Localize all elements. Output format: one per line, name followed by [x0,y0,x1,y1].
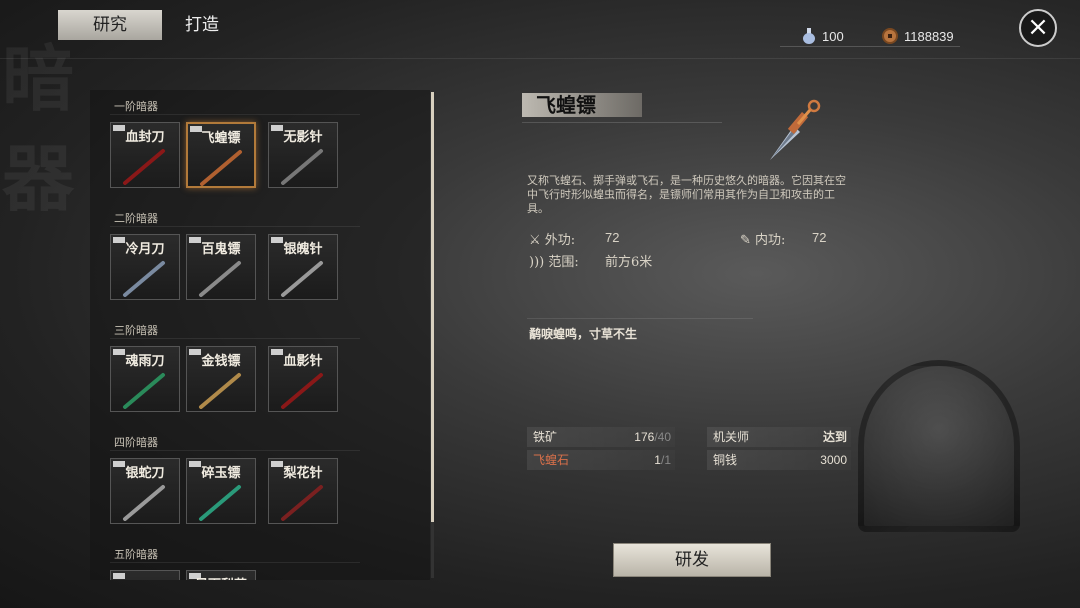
weapon-slot[interactable]: 梨花针 [268,458,338,524]
weapon-slot[interactable]: 飞蝗镖 [186,122,256,188]
weapon-icon [281,149,323,185]
weapon-name: 暴雨梨花 [187,574,255,580]
background-moon-window [858,360,1020,532]
weapon-slot[interactable]: 碎玉镖 [186,458,256,524]
potion-count: 100 [822,28,844,44]
tier-divider [110,338,360,339]
material-name: 飞蝗石 [533,453,570,467]
top-bar: 研究 打造 100 1188839 × [0,0,1080,59]
tier-divider [110,450,360,451]
outer-power-value: 72 [605,230,620,245]
weapon-name: 百鬼镖 [201,242,241,257]
weapon-name: 冷月刀 [125,242,165,257]
coin-resource: 1188839 [882,28,954,44]
weapon-icon [123,373,165,409]
weapon-icon [281,261,323,297]
tier-divider [110,562,360,563]
weapon-icon [281,373,323,409]
tier-divider [110,114,360,115]
brush-icon: ✎ [740,233,751,248]
weapon-icon [199,373,241,409]
weapon-slot[interactable]: 冷月刀 [110,234,180,300]
weapon-slot[interactable]: 魂雨刀 [110,346,180,412]
tier-divider [110,226,360,227]
weapon-slot[interactable]: 百鬼镖 [186,234,256,300]
weapon-slot[interactable]: 血影针 [268,346,338,412]
weapon-name: 梨花针 [283,466,323,481]
weapon-description: 又称飞蝗石、掷手弹或飞石，是一种历史悠久的暗器。它因其在空中飞行时形似蝗虫而得名… [527,174,846,215]
material-name: 铁矿 [533,430,558,444]
weapon-slot[interactable]: 银魄针 [268,234,338,300]
requirement-value: 3000 [820,453,847,467]
material-row: 铁矿 176/40 [527,427,675,447]
flying-locust-dart-icon [770,99,821,160]
weapon-slot[interactable]: 金钱镖 [186,346,256,412]
weapon-slot[interactable]: 暴雨梨花 [186,570,256,580]
sword-icon: ⚔ [529,233,541,248]
requirement-row: 机关师 达到 [707,427,851,447]
weapon-icon [123,261,165,297]
range-label: ))) 范围: [529,255,579,270]
tier-label: 五阶暗器 [114,548,158,561]
weapon-icon [123,485,165,521]
potion-icon [802,28,816,44]
tier-label: 四阶暗器 [114,436,158,449]
requirement-name: 机关师 [713,430,750,444]
weapon-list-panel[interactable]: 一阶暗器血封刀 飞蝗镖 无影针二阶暗器冷月刀 百鬼镖 银魄针三阶暗器魂雨刀 金钱镖 血影针四… [90,90,430,580]
requirement-name: 铜钱 [713,453,738,467]
slot-tag-icon [113,573,125,579]
close-button[interactable]: × [1019,9,1057,47]
weapon-icon [281,485,323,521]
material-row: 飞蝗石 1/1 [527,450,675,470]
research-button[interactable]: 研发 [613,543,771,577]
inner-power-label: ✎ 内功: [740,233,786,248]
weapon-icon [199,261,241,297]
outer-power-label: ⚔ 外功: [529,233,576,248]
tier-label: 一阶暗器 [114,100,158,113]
resource-divider [780,46,960,47]
weapon-name: 金钱镖 [201,354,241,369]
weapon-name: 魂雨刀 [125,354,165,369]
scrollbar-thumb[interactable] [431,92,434,522]
weapon-slot[interactable] [110,570,180,580]
potion-resource: 100 [802,28,844,44]
coin-count: 1188839 [904,28,954,44]
tab-forge[interactable]: 打造 [170,10,234,40]
material-amount: 1/1 [654,453,671,467]
weapon-name: 飞蝗镖 [201,131,241,146]
weapon-slot[interactable]: 无影针 [268,122,338,188]
weapon-name: 碎玉镖 [201,466,241,481]
requirement-row: 铜钱 3000 [707,450,851,470]
weapon-icon [199,485,241,521]
weapon-name: 血封刀 [125,130,165,145]
weapon-icon [200,150,242,186]
title-underline [522,122,722,123]
detail-title: 飞蝗镖 [536,93,596,117]
requirement-value: 达到 [822,430,847,444]
weapon-icon [123,149,165,185]
tab-research[interactable]: 研究 [58,10,162,40]
weapon-name: 无影针 [283,130,323,145]
range-wave-icon: ))) [529,255,545,270]
weapon-name: 银蛇刀 [125,466,165,481]
weapon-name: 血影针 [283,354,323,369]
tier-label: 三阶暗器 [114,324,158,337]
inner-power-value: 72 [812,230,827,245]
material-amount: 176/40 [634,430,671,444]
range-value: 前方6米 [605,255,653,270]
tier-label: 二阶暗器 [114,212,158,225]
background-character-qi: 器 [2,136,75,221]
quote-divider [527,318,753,319]
weapon-slot[interactable]: 银蛇刀 [110,458,180,524]
weapon-quote: 鹬唳蝗鸣，寸草不生 [529,327,638,341]
coin-icon [882,28,898,44]
weapon-slot[interactable]: 血封刀 [110,122,180,188]
weapon-name: 银魄针 [283,242,323,257]
close-icon: × [1027,12,1049,42]
